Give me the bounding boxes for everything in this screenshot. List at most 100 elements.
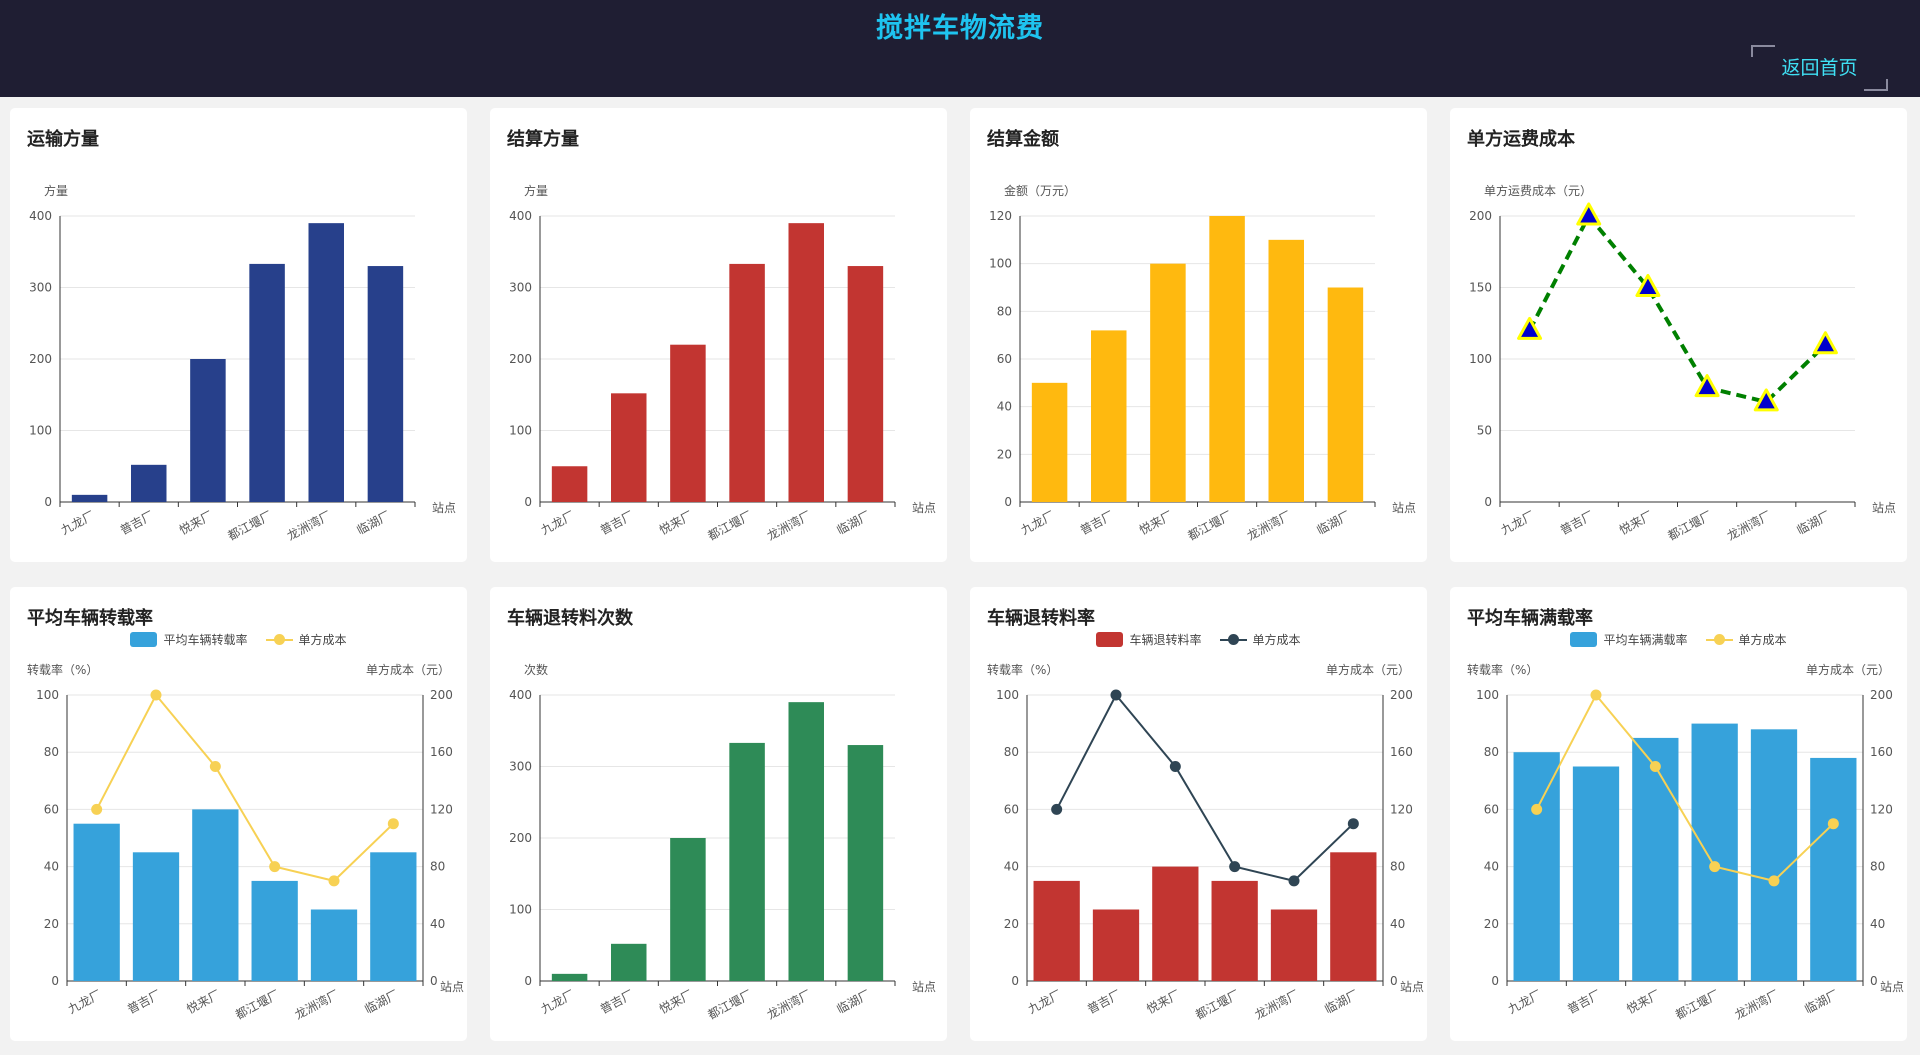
bar <box>1750 729 1798 981</box>
x-tick-label: 悦来厂 <box>657 987 695 1016</box>
x-tick-label: 龙洲湾厂 <box>764 507 813 543</box>
y2-tick-label: 0 <box>430 974 438 988</box>
bar <box>611 393 647 502</box>
data-point <box>150 689 162 701</box>
y2-tick-label: 80 <box>1870 860 1885 874</box>
y-axis-label: 转载率（%） <box>27 662 98 677</box>
data-point <box>1531 803 1543 815</box>
chart-card-avg-transfer-rate: 平均车辆转载率 平均车辆转载率 单方成本 0 20 40 60 80 100 转载率（%）站… <box>10 587 467 1041</box>
x-tick-label: 九龙厂 <box>66 987 104 1016</box>
y2-tick-label: 160 <box>430 745 453 759</box>
bar <box>729 742 765 981</box>
data-point <box>1288 875 1300 887</box>
x-tick-label: 悦来厂 <box>1617 508 1655 537</box>
data-point <box>1576 202 1602 226</box>
chart-svg: 020406080100转载率（%）站点04080120160200单方成本（元… <box>987 662 1424 1022</box>
y-tick-label: 80 <box>997 304 1012 318</box>
data-point <box>1709 861 1721 873</box>
y2-axis-label: 单方成本（元） <box>1326 662 1410 677</box>
data-point <box>1517 316 1543 340</box>
page-title: 搅拌车物流费 <box>876 13 1044 44</box>
x-tick-label: 普吉厂 <box>1085 987 1123 1016</box>
x-axis-label: 站点 <box>440 980 464 994</box>
x-tick-label: 悦来厂 <box>177 508 215 537</box>
x-tick-label: 临湖厂 <box>354 507 393 537</box>
bar <box>1031 382 1068 502</box>
chart-card-transport-volume: 运输方量 0 100 200 300 400 方量 站点 九龙厂 普吉厂 悦来厂 都江堰厂 龙洲湾厂临… <box>10 108 467 562</box>
data-point <box>1649 761 1661 772</box>
y-tick-label: 60 <box>44 802 59 816</box>
chart-svg: 0 100 200 300 400 方量站点九龙厂 普吉厂 悦来厂 都江堰厂 龙洲湾厂 临湖厂 <box>29 183 456 543</box>
bar <box>1209 216 1245 502</box>
x-tick-label: 悦来厂 <box>1624 987 1662 1016</box>
data-point <box>328 875 340 887</box>
y-tick-label: 300 <box>29 281 52 295</box>
y2-axis-label: 单方成本（元） <box>366 662 450 677</box>
bar <box>131 464 167 502</box>
y2-tick-label: 80 <box>430 860 445 874</box>
bar <box>1330 852 1377 981</box>
bar <box>788 223 824 502</box>
x-tick-label: 都江堰厂 <box>226 508 275 543</box>
x-tick-label: 都江堰厂 <box>706 508 755 543</box>
data-point <box>1051 803 1063 815</box>
x-tick-label: 普吉厂 <box>118 508 156 537</box>
x-tick-label: 九龙厂 <box>59 508 97 537</box>
y-tick-label: 0 <box>1484 495 1492 509</box>
y-tick-label: 100 <box>509 903 532 917</box>
y-tick-label: 20 <box>1484 917 1499 931</box>
y-tick-label: 150 <box>1469 281 1492 295</box>
x-tick-label: 悦来厂 <box>1137 508 1175 537</box>
y2-tick-label: 80 <box>1390 860 1405 874</box>
x-tick-label: 九龙厂 <box>1019 508 1057 537</box>
x-axis-label: 站点 <box>912 980 936 994</box>
y-tick-label: 20 <box>997 447 1012 461</box>
bar <box>551 466 588 502</box>
y2-tick-label: 200 <box>430 688 453 702</box>
y2-tick-label: 160 <box>1390 745 1413 759</box>
data-point <box>91 803 103 815</box>
x-tick-label: 龙洲湾厂 <box>1244 507 1293 543</box>
x-tick-label: 龙洲湾厂 <box>1252 986 1301 1022</box>
bar <box>1327 287 1364 502</box>
chart-card-settle-amount: 结算金额 0 20 40 60 80 100 120 金额（万元） 站点 九龙厂 普吉厂 悦来厂 都江堰… <box>970 108 1427 562</box>
y-tick-label: 80 <box>44 745 59 759</box>
y-tick-label: 200 <box>1469 209 1492 223</box>
y-tick-label: 20 <box>44 917 59 931</box>
data-point <box>269 861 281 873</box>
bar <box>1632 737 1679 981</box>
data-point <box>1768 875 1780 887</box>
corner-decoration <box>1864 79 1888 91</box>
chart-svg: 020406080100转载率（%）站点04080120160200单方成本（元… <box>27 662 464 1022</box>
bar <box>190 359 226 502</box>
y-axis-label: 转载率（%） <box>987 662 1058 677</box>
x-tick-label: 龙洲湾厂 <box>764 986 813 1022</box>
back-home-button[interactable]: 返回首页 <box>1751 45 1888 91</box>
bar <box>1152 866 1199 981</box>
y2-tick-label: 40 <box>430 917 445 931</box>
y-tick-label: 400 <box>29 209 52 223</box>
y-tick-label: 0 <box>1011 974 1019 988</box>
x-axis-label: 站点 <box>1400 980 1424 994</box>
bar <box>367 266 404 502</box>
data-point <box>1169 761 1181 772</box>
y-tick-label: 0 <box>524 495 532 509</box>
y-tick-label: 100 <box>989 257 1012 271</box>
chart-svg: 0 20 40 60 80 100 120 金额（万元） 站点九龙厂 普吉厂 悦来厂 都江堰厂 龙洲湾厂… <box>989 183 1416 543</box>
data-point <box>209 761 221 772</box>
y2-tick-label: 120 <box>430 802 453 816</box>
chart-card-unit-freight-cost: 单方运费成本 0 50 100 150 200 单方运费成本（元） 站点 九龙厂 普吉厂 悦来厂都… <box>1450 108 1907 562</box>
chart-svg: 0 100 200 300 400 次数站点九龙厂 普吉厂 悦来厂 都江堰厂 龙洲湾厂 临湖厂 <box>509 662 936 1022</box>
bar <box>73 823 120 981</box>
x-tick-label: 普吉厂 <box>1565 987 1603 1016</box>
y-tick-label: 0 <box>1491 974 1499 988</box>
bar <box>1268 239 1304 503</box>
y-tick-label: 200 <box>509 352 532 366</box>
back-home-label: 返回首页 <box>1781 57 1858 79</box>
x-tick-label: 普吉厂 <box>125 987 163 1016</box>
y2-tick-label: 0 <box>1870 974 1878 988</box>
x-tick-label: 龙洲湾厂 <box>292 986 341 1022</box>
y2-tick-label: 0 <box>1390 974 1398 988</box>
y-tick-label: 100 <box>1469 352 1492 366</box>
y-tick-label: 100 <box>29 424 52 438</box>
